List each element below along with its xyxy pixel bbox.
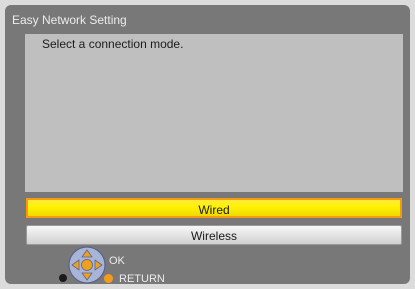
prompt-text: Select a connection mode. [42, 37, 184, 51]
dpad-icon [68, 246, 106, 284]
orange-dot-icon [104, 274, 113, 283]
black-dot-icon [59, 274, 67, 282]
content-area: Select a connection mode. [25, 34, 403, 192]
wireless-option-button[interactable]: Wireless [26, 225, 402, 245]
page-title: Easy Network Setting [12, 13, 127, 27]
easy-network-setting-panel: Easy Network Setting Select a connection… [5, 5, 410, 284]
return-hint-label: RETURN [119, 273, 165, 284]
ok-hint-label: OK [109, 255, 125, 267]
remote-hints: OK RETURN [59, 245, 259, 284]
screen: Easy Network Setting Select a connection… [0, 0, 415, 289]
wired-option-button[interactable]: Wired [26, 198, 402, 218]
